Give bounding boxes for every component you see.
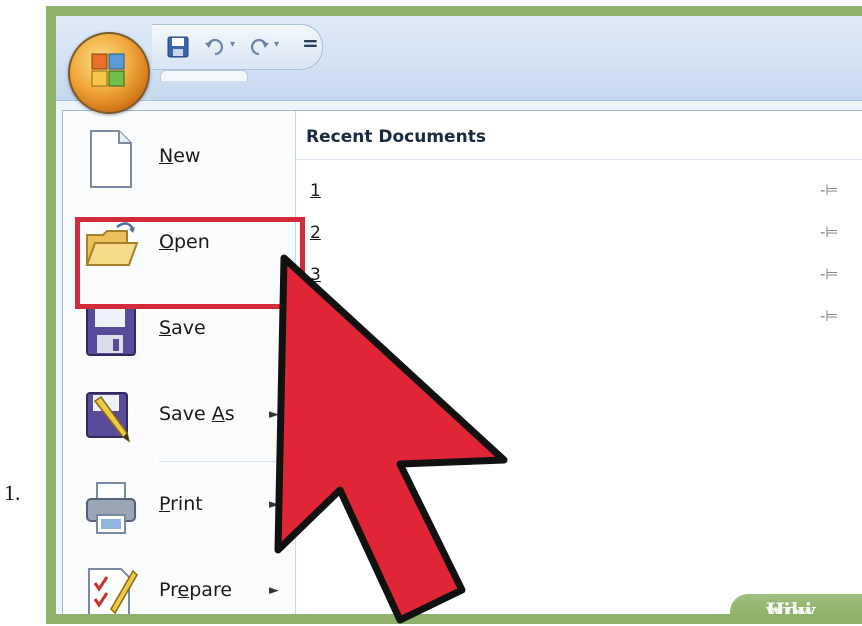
wikihow-watermark: wiki How xyxy=(730,594,862,614)
menu-item-new[interactable]: New xyxy=(63,115,295,201)
menu-label-mnemonic: N xyxy=(159,145,174,167)
menu-label-rest: ave xyxy=(171,317,206,339)
undo-icon[interactable] xyxy=(204,37,226,57)
pin-icon[interactable]: -⊨ xyxy=(820,307,838,325)
recent-documents-divider xyxy=(296,159,862,160)
watermark-how: How xyxy=(766,598,816,614)
recent-document-item[interactable]: 3 xyxy=(310,265,321,285)
menu-separator xyxy=(159,461,295,462)
save-as-icon xyxy=(86,392,131,443)
undo-dropdown-icon[interactable]: ▾ xyxy=(230,39,235,50)
printer-icon xyxy=(86,482,136,534)
pin-icon[interactable]: -⊨ xyxy=(820,223,838,241)
menu-label-mnemonic: S xyxy=(159,317,172,339)
recent-documents-panel: Recent Documents 1 -⊨ 2 -⊨ 3 -⊨ -⊨ xyxy=(296,111,862,614)
redo-dropdown-icon[interactable]: ▾ xyxy=(274,39,279,50)
quick-access-toolbar: ▾ ▾ = xyxy=(152,24,323,70)
menu-item-print[interactable]: Print ► xyxy=(63,463,295,549)
menu-commands: New Open Save Save As ► Print ► Prepare … xyxy=(63,111,296,614)
menu-item-save-as[interactable]: Save As ► xyxy=(63,373,295,459)
office-button[interactable] xyxy=(68,32,150,114)
menu-label-mnemonic: P xyxy=(159,493,171,515)
submenu-arrow-icon: ► xyxy=(269,407,279,422)
menu-label-rest: pare xyxy=(189,579,233,601)
menu-label-rest: s xyxy=(224,403,235,425)
office-menu: New Open Save Save As ► Print ► Prepare … xyxy=(62,110,862,614)
word-window: ▾ ▾ = New Open Save Save As ► Print ► Pr… xyxy=(56,16,862,614)
submenu-arrow-icon: ► xyxy=(269,497,279,512)
new-document-icon xyxy=(90,130,132,188)
office-logo-icon xyxy=(91,53,125,87)
recent-documents-title: Recent Documents xyxy=(306,127,486,147)
pin-icon[interactable]: -⊨ xyxy=(820,265,838,283)
menu-label-mnemonic: e xyxy=(177,579,190,601)
save-disk-icon xyxy=(86,306,136,356)
screenshot-frame: ▾ ▾ = New Open Save Save As ► Print ► Pr… xyxy=(46,6,862,624)
submenu-arrow-icon: ► xyxy=(269,583,279,598)
pin-icon[interactable]: -⊨ xyxy=(820,181,838,199)
menu-label-rest: rint xyxy=(170,493,203,515)
menu-label-prefix: Save xyxy=(159,403,212,425)
redo-icon[interactable] xyxy=(248,37,270,57)
prepare-icon xyxy=(88,568,138,614)
recent-document-item[interactable]: 2 xyxy=(310,223,321,243)
menu-label-mnemonic: A xyxy=(211,403,225,425)
title-bar: ▾ ▾ = xyxy=(56,16,862,101)
step-number: 1. xyxy=(4,480,21,505)
menu-item-prepare[interactable]: Prepare ► xyxy=(63,549,295,614)
recent-document-item[interactable]: 1 xyxy=(310,181,321,201)
menu-label-rest: ew xyxy=(173,145,201,167)
open-highlight-box xyxy=(75,217,305,309)
save-icon[interactable] xyxy=(166,35,190,59)
ribbon-tab-stub xyxy=(160,70,248,81)
menu-label-prefix: Pr xyxy=(159,579,178,601)
customize-icon[interactable]: = xyxy=(302,31,319,55)
